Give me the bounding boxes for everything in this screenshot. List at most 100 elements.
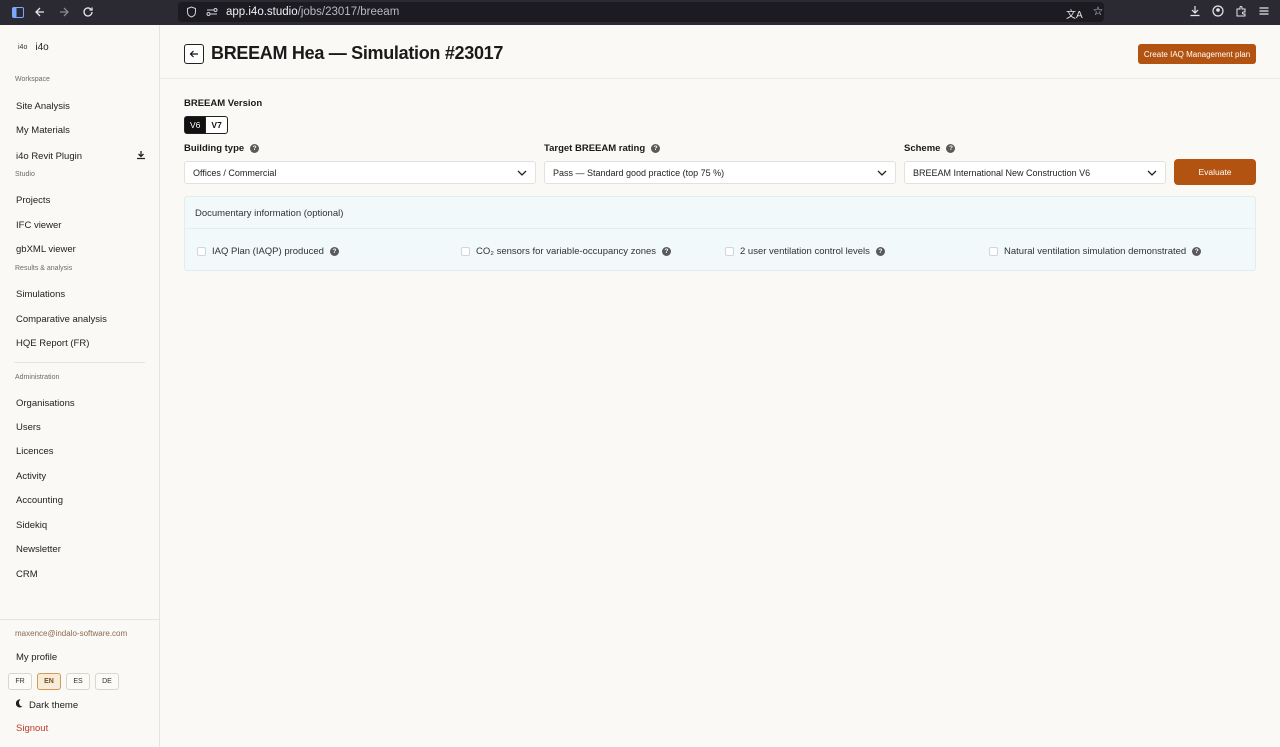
building-type-text: Building type xyxy=(184,143,245,154)
back-arrow-icon[interactable] xyxy=(33,5,47,19)
downloads-icon[interactable] xyxy=(1189,5,1201,20)
sidebar-item-accounting[interactable]: Accounting xyxy=(16,495,63,506)
evaluate-button[interactable]: Evaluate xyxy=(1174,159,1256,185)
dark-theme-toggle[interactable]: Dark theme xyxy=(15,699,79,711)
sidebar-item-hqe-report[interactable]: HQE Report (FR) xyxy=(16,338,89,349)
version-v7[interactable]: V7 xyxy=(206,116,228,134)
divider xyxy=(0,619,160,620)
checkbox-label: 2 user ventilation control levels xyxy=(740,246,870,257)
section-studio: Studio xyxy=(15,171,35,178)
dark-theme-label: Dark theme xyxy=(29,699,79,711)
building-type-value: Offices / Commercial xyxy=(193,167,277,178)
sidebar-item-gbxml-viewer[interactable]: gbXML viewer xyxy=(16,244,76,255)
target-rating-label: Target BREEAM rating ? xyxy=(544,143,661,154)
download-icon[interactable] xyxy=(136,150,146,163)
target-rating-value: Pass — Standard good practice (top 75 %) xyxy=(553,167,725,178)
scheme-select[interactable]: BREEAM International New Construction V6 xyxy=(904,161,1166,184)
page-title: BREEAM Hea — Simulation #23017 xyxy=(211,43,504,63)
checkbox-box[interactable] xyxy=(461,247,470,256)
sidebar-item-newsletter[interactable]: Newsletter xyxy=(16,544,61,555)
url-host: app.i4o.studio xyxy=(226,6,298,18)
browser-chrome: app.i4o.studio/jobs/23017/breeam 文A ☆ xyxy=(0,0,1280,25)
target-rating-select[interactable]: Pass — Standard good practice (top 75 %) xyxy=(544,161,896,184)
back-arrow-icon xyxy=(189,50,198,58)
help-icon[interactable]: ? xyxy=(662,247,672,256)
sidebar-item-revit-plugin[interactable]: i4o Revit Plugin xyxy=(16,150,146,163)
sidebar-item-sidekiq[interactable]: Sidekiq xyxy=(16,520,47,531)
account-icon[interactable] xyxy=(1212,5,1224,20)
checkbox-box[interactable] xyxy=(725,247,734,256)
checkbox-label: IAQ Plan (IAQP) produced xyxy=(212,246,324,257)
logo-name: i4o xyxy=(35,42,49,53)
logo[interactable]: i4o i4o xyxy=(18,42,49,53)
checkbox-box[interactable] xyxy=(989,247,998,256)
lang-de[interactable]: DE xyxy=(95,673,119,690)
scheme-text: Scheme xyxy=(904,143,941,154)
chevron-down-icon xyxy=(517,168,527,178)
documentary-title: Documentary information (optional) xyxy=(195,208,344,219)
sidebar-item-comparative-analysis[interactable]: Comparative analysis xyxy=(16,314,107,325)
create-iaq-plan-button[interactable]: Create IAQ Management plan xyxy=(1138,44,1256,64)
menu-icon[interactable] xyxy=(1258,5,1270,20)
lang-es[interactable]: ES xyxy=(66,673,90,690)
help-icon[interactable]: ? xyxy=(946,144,956,153)
back-button[interactable] xyxy=(184,44,204,64)
logo-mark: i4o xyxy=(18,44,28,51)
sidebar-item-crm[interactable]: CRM xyxy=(16,569,38,580)
section-administration: Administration xyxy=(15,374,60,381)
divider xyxy=(14,362,145,363)
sidebar-item-licences[interactable]: Licences xyxy=(16,446,54,457)
help-icon[interactable]: ? xyxy=(875,247,885,256)
checkbox-natural-ventilation[interactable]: Natural ventilation simulation demonstra… xyxy=(989,246,1202,257)
sidebar-item-activity[interactable]: Activity xyxy=(16,471,46,482)
sidebar-item-label: i4o Revit Plugin xyxy=(16,151,83,162)
breeam-version-text: BREEAM Version xyxy=(184,98,263,109)
help-icon[interactable]: ? xyxy=(250,144,260,153)
help-icon[interactable]: ? xyxy=(1192,247,1202,256)
documentary-panel: Documentary information (optional) IAQ P… xyxy=(184,196,1256,271)
checkbox-box[interactable] xyxy=(197,247,206,256)
chevron-down-icon xyxy=(1147,168,1157,178)
building-type-select[interactable]: Offices / Commercial xyxy=(184,161,536,184)
sidebar-item-ifc-viewer[interactable]: IFC viewer xyxy=(16,220,61,231)
signout-link[interactable]: Signout xyxy=(16,723,48,734)
sidebar-item-projects[interactable]: Projects xyxy=(16,195,50,206)
sidebar-item-my-materials[interactable]: My Materials xyxy=(16,125,70,136)
checkbox-ventilation-control[interactable]: 2 user ventilation control levels ? xyxy=(725,246,885,257)
building-type-label: Building type ? xyxy=(184,143,260,154)
translate-icon[interactable]: 文A xyxy=(1066,6,1083,21)
section-workspace: Workspace xyxy=(15,76,50,83)
checkbox-label: Natural ventilation simulation demonstra… xyxy=(1004,246,1187,257)
shield-icon xyxy=(186,6,198,18)
lang-fr[interactable]: FR xyxy=(8,673,32,690)
bookmark-star-icon[interactable]: ☆ xyxy=(1093,5,1104,21)
scheme-label: Scheme ? xyxy=(904,143,956,154)
sidebar-item-users[interactable]: Users xyxy=(16,422,41,433)
sidebar-item-simulations[interactable]: Simulations xyxy=(16,289,65,300)
chevron-down-icon xyxy=(877,168,887,178)
permissions-icon[interactable] xyxy=(206,6,218,18)
sidebar-item-site-analysis[interactable]: Site Analysis xyxy=(16,101,70,112)
breeam-version-label: BREEAM Version xyxy=(184,98,262,109)
divider xyxy=(185,228,1255,229)
scheme-value: BREEAM International New Construction V6 xyxy=(913,167,1091,178)
forward-arrow-icon[interactable] xyxy=(57,5,71,19)
sidebar-item-my-profile[interactable]: My profile xyxy=(16,652,57,663)
reload-icon[interactable] xyxy=(81,5,95,19)
sidebar-toggle-icon[interactable] xyxy=(11,5,25,19)
help-icon[interactable]: ? xyxy=(651,144,661,153)
checkbox-label: CO₂ sensors for variable-occupancy zones xyxy=(476,246,657,257)
moon-icon xyxy=(15,699,24,711)
extensions-icon[interactable] xyxy=(1235,5,1247,20)
lang-en[interactable]: EN xyxy=(37,673,61,690)
checkbox-co2-sensors[interactable]: CO₂ sensors for variable-occupancy zones… xyxy=(461,246,672,257)
url-path: /jobs/23017/breeam xyxy=(297,6,400,18)
checkbox-iaq-plan[interactable]: IAQ Plan (IAQP) produced ? xyxy=(197,246,339,257)
user-email: maxence@indalo-software.com xyxy=(15,629,128,638)
version-v6[interactable]: V6 xyxy=(184,116,207,134)
url-bar[interactable]: app.i4o.studio/jobs/23017/breeam xyxy=(178,2,1104,22)
sidebar-item-organisations[interactable]: Organisations xyxy=(16,398,75,409)
target-rating-text: Target BREEAM rating xyxy=(544,143,646,154)
version-toggle: V6 V7 xyxy=(184,116,228,134)
help-icon[interactable]: ? xyxy=(329,247,339,256)
